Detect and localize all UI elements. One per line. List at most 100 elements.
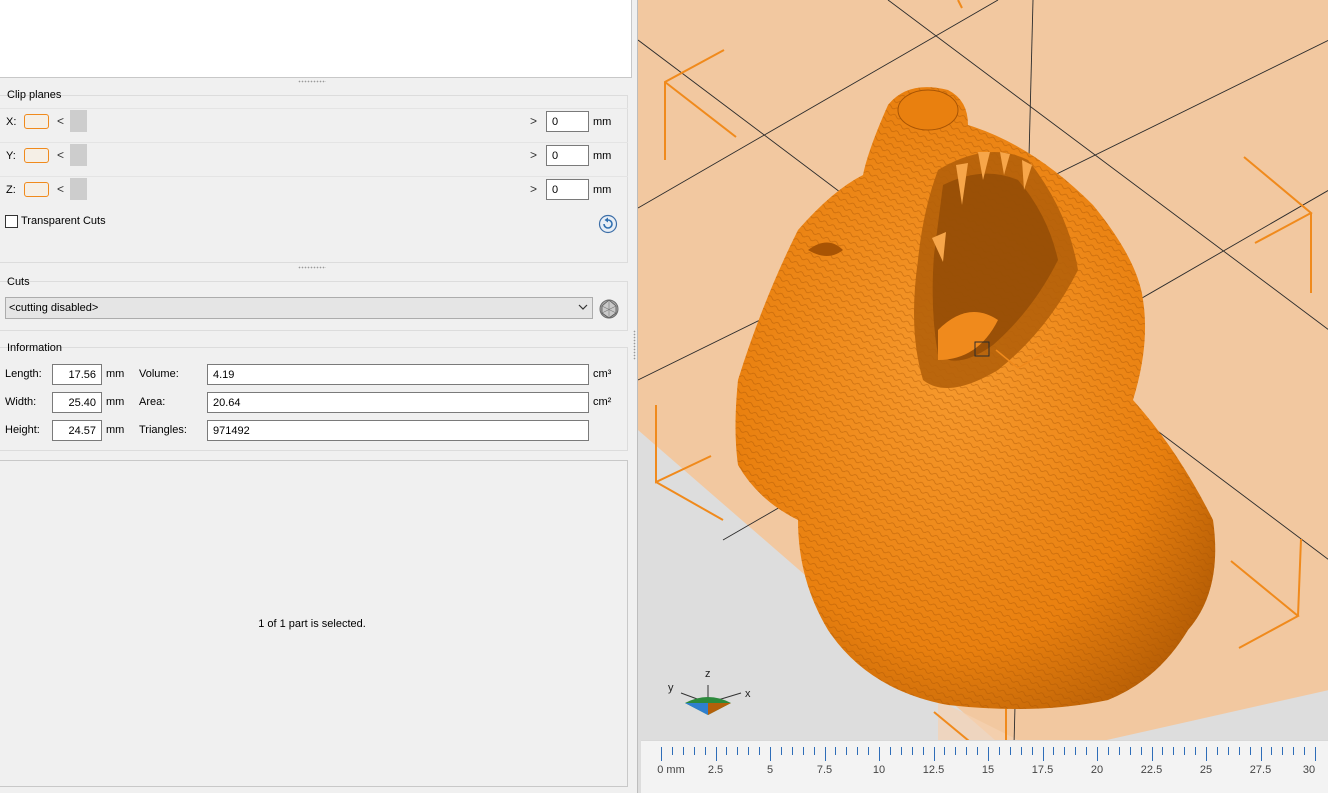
- left-panel: Clip planes X: < > mm Y: < > mm Z: < > m…: [0, 0, 634, 793]
- ruler: 0 mm 2.5 5 7.5 10 12.5 15 17.5 20 22.5 25 27.5 30: [641, 740, 1328, 793]
- ruler-tick: [1162, 747, 1164, 755]
- ruler-tick: [1129, 747, 1131, 755]
- ruler-tick: [704, 747, 706, 755]
- splitter-handle[interactable]: [298, 80, 326, 83]
- ruler-tick: [682, 747, 684, 755]
- ruler-label: 0 mm: [657, 764, 685, 776]
- ruler-tick: [671, 747, 673, 755]
- area-value: 20.64: [207, 392, 589, 413]
- gizmo-y-label: y: [668, 682, 674, 694]
- ruler-tick: [1206, 747, 1207, 761]
- length-label: Length:: [5, 368, 42, 380]
- ruler-tick: [1282, 747, 1284, 755]
- ruler-label: 17.5: [1031, 764, 1054, 776]
- ruler-tick: [900, 747, 902, 755]
- volume-value: 4.19: [207, 364, 589, 385]
- ruler-label: 7.5: [816, 764, 833, 776]
- triangles-value: 971492: [207, 420, 589, 441]
- ruler-tick: [1009, 747, 1011, 755]
- ruler-tick: [857, 747, 859, 755]
- slider-right-arrow[interactable]: >: [530, 182, 537, 196]
- ruler-tick: [1053, 747, 1055, 755]
- ruler-tick: [988, 747, 989, 761]
- ruler-tick: [1075, 747, 1077, 755]
- width-unit: mm: [106, 396, 125, 408]
- ruler-tick: [726, 747, 728, 755]
- ruler-label: 30: [1302, 764, 1316, 776]
- ruler-tick: [802, 747, 804, 755]
- ruler-tick: [977, 747, 979, 755]
- ruler-tick: [933, 747, 935, 761]
- transparent-cuts-label: Transparent Cuts: [21, 215, 106, 227]
- 3d-viewport[interactable]: z y x: [637, 0, 1328, 793]
- ruler-label: 10: [872, 764, 886, 776]
- height-value: 24.57: [52, 420, 102, 441]
- clip-color-button[interactable]: [24, 114, 49, 129]
- ruler-tick: [1031, 747, 1033, 755]
- ruler-label: 22.5: [1140, 764, 1163, 776]
- slider-right-arrow[interactable]: >: [530, 114, 537, 128]
- clip-slider-thumb[interactable]: [70, 144, 87, 166]
- ruler-tick: [1097, 747, 1098, 761]
- volume-label: Volume:: [139, 368, 179, 380]
- width-value: 25.40: [52, 392, 102, 413]
- length-value: 17.56: [52, 364, 102, 385]
- ruler-tick: [911, 747, 913, 755]
- ruler-tick: [715, 747, 717, 761]
- ruler-tick: [1315, 747, 1316, 761]
- ruler-tick: [1195, 747, 1197, 755]
- parts-list-area[interactable]: [0, 0, 632, 78]
- clip-row-z: Z: < > mm: [0, 176, 628, 206]
- clip-x-input[interactable]: [546, 111, 589, 132]
- cuts-title: Cuts: [7, 276, 30, 288]
- ruler-label: 12.5: [922, 764, 945, 776]
- ruler-tick: [1293, 747, 1295, 755]
- ruler-tick: [835, 747, 837, 755]
- unit-label: mm: [593, 184, 612, 196]
- ruler-tick: [737, 747, 739, 755]
- ruler-label: 25: [1199, 764, 1213, 776]
- slider-left-arrow[interactable]: <: [57, 182, 64, 196]
- clip-color-button[interactable]: [24, 182, 49, 197]
- ruler-tick: [1140, 747, 1142, 755]
- ruler-tick: [1118, 747, 1120, 755]
- chevron-down-icon[interactable]: [578, 303, 588, 311]
- slider-left-arrow[interactable]: <: [57, 114, 64, 128]
- vertical-splitter-handle[interactable]: [633, 330, 636, 360]
- ruler-tick: [1151, 747, 1153, 761]
- area-unit: cm²: [593, 396, 612, 408]
- ruler-tick: [693, 747, 695, 755]
- information-title: Information: [7, 342, 63, 354]
- ruler-tick: [1304, 747, 1306, 755]
- ruler-label: 15: [981, 764, 995, 776]
- ruler-tick: [1173, 747, 1175, 755]
- gizmo-x-label: x: [745, 688, 751, 700]
- transparent-cuts-checkbox[interactable]: [5, 215, 18, 228]
- clip-slider-thumb[interactable]: [70, 110, 87, 132]
- clip-planes-title: Clip planes: [7, 89, 62, 101]
- ruler-tick: [1020, 747, 1022, 755]
- ruler-tick: [1042, 747, 1044, 761]
- cut-tool-icon[interactable]: [597, 297, 621, 321]
- clip-z-input[interactable]: [546, 179, 589, 200]
- clip-y-input[interactable]: [546, 145, 589, 166]
- area-label: Area:: [139, 396, 166, 408]
- ruler-label: 2.5: [707, 764, 724, 776]
- axis-gizmo[interactable]: z y x: [663, 663, 758, 725]
- clip-color-button[interactable]: [24, 148, 49, 163]
- volume-unit: cm³: [593, 368, 612, 380]
- ruler-tick: [748, 747, 750, 755]
- clip-slider-thumb[interactable]: [70, 178, 87, 200]
- cut-mode-select[interactable]: <cutting disabled>: [5, 297, 593, 319]
- slider-right-arrow[interactable]: >: [530, 148, 537, 162]
- ruler-tick: [1184, 747, 1186, 755]
- ruler-tick: [824, 747, 826, 761]
- ruler-label: 5: [766, 764, 774, 776]
- ruler-tick: [889, 747, 891, 755]
- ruler-tick: [1238, 747, 1240, 755]
- reset-view-icon[interactable]: [598, 214, 618, 234]
- slider-left-arrow[interactable]: <: [57, 148, 64, 162]
- ruler-tick: [791, 747, 793, 755]
- splitter-handle[interactable]: [298, 266, 326, 269]
- clip-row-x: X: < > mm: [0, 108, 628, 138]
